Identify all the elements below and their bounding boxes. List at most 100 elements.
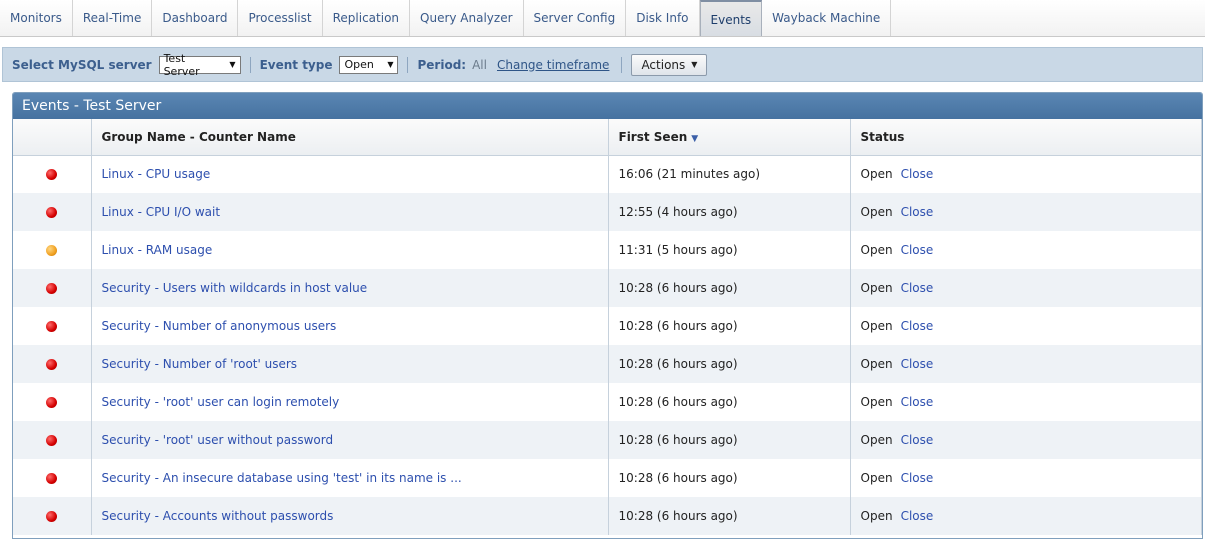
event-name-link[interactable]: Linux - CPU I/O wait [102,205,221,219]
first-seen-cell: 10:28 (6 hours ago) [608,497,851,535]
table-row: Linux - CPU usage 16:06 (21 minutes ago) O… [13,155,1202,193]
first-seen-column-header[interactable]: First Seen ▼ [608,119,851,156]
divider [621,56,623,73]
tab-events[interactable]: Events [699,0,763,36]
panel-title: Events - Test Server [13,93,1202,119]
close-event-link[interactable]: Close [901,281,934,295]
event-name-link[interactable]: Security - Number of 'root' users [102,357,298,371]
close-event-link[interactable]: Close [901,319,934,333]
status-cell: Open Close [850,383,1202,421]
severity-cell [13,421,92,459]
tab-wayback-machine[interactable]: Wayback Machine [762,0,892,36]
period-label: Period: [417,57,467,72]
tab-disk-info[interactable]: Disk Info [626,0,700,36]
first-seen-header-label: First Seen [618,129,688,144]
first-seen-cell: 16:06 (21 minutes ago) [608,155,851,193]
tab-server-config[interactable]: Server Config [524,0,627,36]
event-name-link[interactable]: Security - An insecure database using 't… [102,471,462,485]
tab-real-time[interactable]: Real-Time [73,0,153,36]
event-name-cell: Security - Number of anonymous users [91,307,609,345]
event-name-cell: Security - 'root' user can login remotel… [91,383,609,421]
event-name-cell: Security - Number of 'root' users [91,345,609,383]
severity-orange-icon [45,245,57,256]
event-name-link[interactable]: Linux - CPU usage [102,167,211,181]
close-event-link[interactable]: Close [901,357,934,371]
first-seen-cell: 10:28 (6 hours ago) [608,345,851,383]
status-text: Open [860,471,893,485]
close-event-link[interactable]: Close [901,167,934,181]
severity-red-icon [45,207,57,218]
event-name-cell: Linux - RAM usage [91,231,609,269]
first-seen-cell: 11:31 (5 hours ago) [608,231,851,269]
close-event-link[interactable]: Close [901,205,934,219]
status-text: Open [860,167,893,182]
status-text: Open [860,395,893,409]
event-name-link[interactable]: Linux - RAM usage [102,243,213,257]
severity-cell [13,231,92,269]
event-name-link[interactable]: Security - 'root' user without password [102,433,334,447]
event-name-link[interactable]: Security - Number of anonymous users [102,319,337,333]
events-panel: Events - Test Server Group Name - Counte… [12,92,1203,539]
first-seen-cell: 10:28 (6 hours ago) [608,307,851,345]
tab-query-analyzer[interactable]: Query Analyzer [410,0,524,36]
event-name-cell: Security - 'root' user without password [91,421,609,459]
severity-cell [13,383,92,421]
tab-processlist[interactable]: Processlist [238,0,323,36]
event-name-link[interactable]: Security - Users with wildcards in host … [102,281,368,295]
divider [407,56,409,73]
status-cell: Open Close [850,307,1202,345]
severity-red-icon [45,321,57,332]
divider [249,56,251,73]
status-text: Open [860,205,893,219]
first-seen-cell: 12:55 (4 hours ago) [608,193,851,231]
first-seen-cell: 10:28 (6 hours ago) [608,383,851,421]
close-event-link[interactable]: Close [901,433,934,447]
event-name-cell: Security - Accounts without passwords [91,497,609,535]
status-text: Open [860,509,893,523]
table-header-row: Group Name - Counter Name First Seen ▼ St… [13,119,1202,156]
tab-monitors[interactable]: Monitors [0,0,73,36]
tab-dashboard[interactable]: Dashboard [152,0,239,36]
severity-red-icon [45,473,57,484]
actions-button-label: Actions [641,57,686,72]
severity-cell [13,459,92,497]
chevron-down-icon: ▼ [691,60,698,69]
first-seen-cell: 10:28 (6 hours ago) [608,269,851,307]
event-name-link[interactable]: Security - 'root' user can login remotel… [102,395,340,409]
table-row: Linux - CPU I/O wait 12:55 (4 hours ago) O… [13,193,1202,231]
events-table-body: Linux - CPU usage 16:06 (21 minutes ago) O… [13,155,1202,535]
name-column-header[interactable]: Group Name - Counter Name [91,119,609,156]
close-event-link[interactable]: Close [901,471,934,485]
server-select[interactable]: Test Server ▼ [158,52,241,78]
severity-red-icon [45,397,57,408]
severity-cell [13,155,92,193]
status-text: Open [860,433,893,447]
change-timeframe-link[interactable]: Change timeframe [497,58,609,72]
severity-red-icon [45,169,57,181]
chevron-down-icon: ▼ [229,60,236,69]
status-text: Open [860,319,893,333]
table-row: Linux - RAM usage 11:31 (5 hours ago) Open… [13,231,1202,269]
severity-cell [13,345,92,383]
close-event-link[interactable]: Close [901,509,934,523]
top-nav-tabs: Monitors Real-Time Dashboard Processlist… [0,0,1205,37]
event-type-value: Open [344,58,374,71]
severity-red-icon [45,511,57,522]
event-type-select[interactable]: Open ▼ [339,55,399,74]
status-cell: Open Close [850,155,1202,193]
status-cell: Open Close [850,269,1202,307]
tab-replication[interactable]: Replication [323,0,411,36]
status-column-header[interactable]: Status [850,119,1202,156]
event-name-cell: Linux - CPU I/O wait [91,193,609,231]
event-name-link[interactable]: Security - Accounts without passwords [102,509,334,523]
close-event-link[interactable]: Close [901,395,934,409]
severity-red-icon [45,359,57,370]
severity-cell [13,497,92,535]
event-name-cell: Security - An insecure database using 't… [91,459,609,497]
filter-bar: Select MySQL server Test Server ▼ Event … [2,47,1203,82]
close-event-link[interactable]: Close [901,243,934,257]
status-cell: Open Close [850,459,1202,497]
severity-cell [13,307,92,345]
actions-button[interactable]: Actions ▼ [631,53,708,76]
server-select-label: Select MySQL server [12,57,152,72]
